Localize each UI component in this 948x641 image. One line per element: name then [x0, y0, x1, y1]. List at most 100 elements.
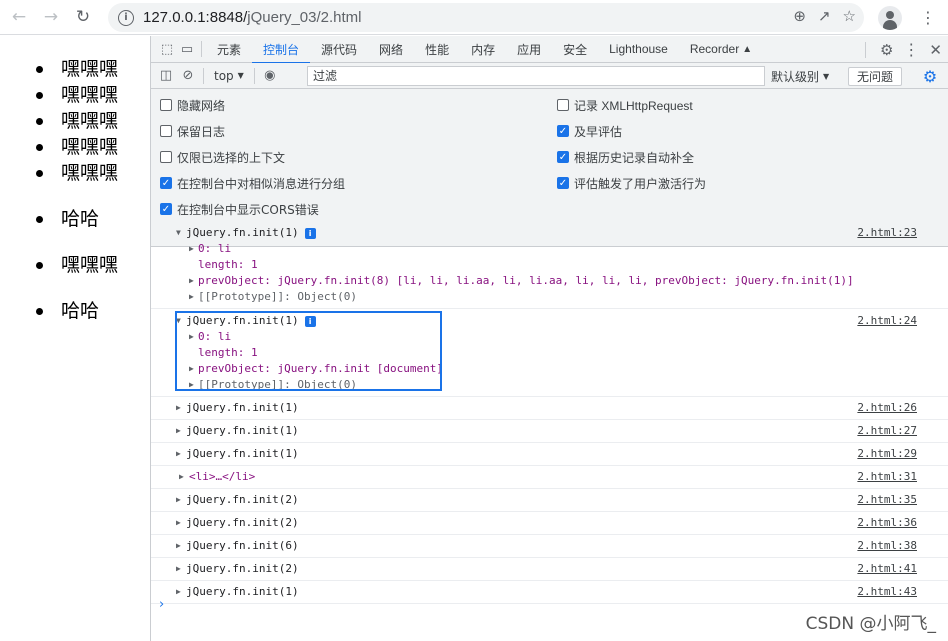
- expand-triangle-icon[interactable]: ▶: [176, 561, 181, 577]
- expand-triangle-icon[interactable]: ▶: [176, 400, 181, 416]
- source-link[interactable]: 2.html:38: [857, 538, 917, 554]
- console-message[interactable]: ▼ jQuery.fn.init(1) i 2.html:23 ▶ 0: li leng…: [151, 221, 948, 309]
- zoom-icon[interactable]: ⊕: [793, 7, 806, 25]
- site-info-icon[interactable]: i: [118, 9, 134, 26]
- live-expression-eye-icon[interactable]: ◉: [259, 65, 281, 87]
- checkbox-checked[interactable]: ✓: [557, 151, 569, 163]
- expand-triangle-icon[interactable]: ▶: [176, 515, 181, 531]
- tab-memory[interactable]: 内存: [460, 36, 506, 63]
- tab-elements[interactable]: 元素: [206, 36, 252, 63]
- tab-lighthouse[interactable]: Lighthouse: [598, 36, 679, 63]
- source-link[interactable]: 2.html:36: [857, 515, 917, 531]
- expand-triangle-icon[interactable]: ▶: [176, 492, 181, 508]
- clear-console-icon[interactable]: ⊘: [177, 65, 199, 87]
- tab-network[interactable]: 网络: [368, 36, 414, 63]
- log-levels-dropdown[interactable]: 默认级别 ▼: [771, 63, 829, 89]
- object-property[interactable]: ▶ 0: li: [151, 241, 948, 257]
- source-link[interactable]: 2.html:29: [857, 446, 917, 462]
- console-message-collapsed[interactable]: ▶ jQuery.fn.init(2) 2.html:35: [151, 489, 948, 512]
- option-hide-network[interactable]: 隐藏网络: [160, 96, 225, 114]
- option-log-xhr[interactable]: 记录 XMLHttpRequest: [557, 96, 693, 114]
- expand-triangle-icon[interactable]: ▶: [189, 241, 194, 257]
- expand-triangle-icon[interactable]: ▶: [189, 273, 194, 289]
- profile-avatar[interactable]: [878, 6, 902, 30]
- option-preserve-log[interactable]: 保留日志: [160, 122, 225, 140]
- object-property[interactable]: ▶ [[Prototype]]: Object(0): [151, 289, 948, 305]
- console-message-collapsed[interactable]: ▶ <li>…</li> 2.html:31: [151, 466, 948, 489]
- tab-performance[interactable]: 性能: [414, 36, 460, 63]
- browser-menu-icon[interactable]: ⋮: [920, 8, 936, 27]
- back-icon[interactable]: ←: [6, 4, 32, 30]
- checkbox[interactable]: [557, 99, 569, 111]
- list-item: 哈哈: [36, 206, 99, 232]
- checkbox-checked[interactable]: ✓: [160, 177, 172, 189]
- option-user-activation[interactable]: ✓ 评估触发了用户激活行为: [557, 174, 706, 192]
- tab-application[interactable]: 应用: [506, 36, 552, 63]
- object-property[interactable]: ▶ prevObject: jQuery.fn.init(8) [li, li, …: [151, 273, 948, 289]
- tab-security[interactable]: 安全: [552, 36, 598, 63]
- checkbox-checked[interactable]: ✓: [557, 177, 569, 189]
- settings-gear-icon[interactable]: ⚙: [880, 41, 893, 59]
- close-devtools-icon[interactable]: ✕: [929, 41, 942, 59]
- info-badge-icon[interactable]: i: [304, 227, 316, 239]
- item-list: 哈哈: [36, 206, 99, 232]
- console-message-collapsed[interactable]: ▶ jQuery.fn.init(1) 2.html:26: [151, 397, 948, 420]
- console-message-collapsed[interactable]: ▶ jQuery.fn.init(2) 2.html:41: [151, 558, 948, 581]
- expand-triangle-icon[interactable]: ▶: [179, 469, 184, 485]
- source-link[interactable]: 2.html:31: [857, 469, 917, 485]
- source-link[interactable]: 2.html:23: [857, 225, 917, 241]
- expand-triangle-icon[interactable]: ▶: [176, 423, 181, 439]
- inspect-element-icon[interactable]: ⬚: [157, 39, 177, 59]
- console-filter-input[interactable]: 过滤: [307, 66, 765, 86]
- page-viewport: 嘿嘿嘿 嘿嘿嘿 嘿嘿嘿 嘿嘿嘿 嘿嘿嘿 哈哈 嘿嘿嘿 哈哈: [0, 36, 151, 641]
- highlight-box: [175, 311, 442, 391]
- list-item: 嘿嘿嘿: [36, 134, 118, 160]
- console-message-collapsed[interactable]: ▶ jQuery.fn.init(1) 2.html:43: [151, 581, 948, 604]
- list-item: 嘿嘿嘿: [36, 82, 118, 108]
- source-link[interactable]: 2.html:41: [857, 561, 917, 577]
- device-toggle-icon[interactable]: ▭: [177, 39, 197, 59]
- url-text[interactable]: 127.0.0.1:8848/jQuery_03/2.html: [143, 9, 362, 26]
- expand-triangle-icon[interactable]: ▼: [176, 225, 181, 241]
- list-item: 嘿嘿嘿: [36, 108, 118, 134]
- console-settings-icon[interactable]: ⚙: [921, 67, 939, 86]
- expand-triangle-icon[interactable]: ▶: [189, 289, 194, 305]
- sidebar-toggle-icon[interactable]: ◫: [155, 65, 177, 87]
- source-link[interactable]: 2.html:26: [857, 400, 917, 416]
- console-message-collapsed[interactable]: ▶ jQuery.fn.init(6) 2.html:38: [151, 535, 948, 558]
- console-output: ▼ jQuery.fn.init(1) i 2.html:23 ▶ 0: li leng…: [151, 221, 948, 604]
- source-link[interactable]: 2.html:27: [857, 423, 917, 439]
- tab-recorder[interactable]: Recorder ▲: [679, 36, 763, 63]
- expand-triangle-icon[interactable]: ▶: [176, 446, 181, 462]
- checkbox[interactable]: [160, 99, 172, 111]
- checkbox-checked[interactable]: ✓: [160, 203, 172, 215]
- expand-triangle-icon[interactable]: ▶: [176, 584, 181, 600]
- expand-triangle-icon[interactable]: ▶: [176, 538, 181, 554]
- console-message-collapsed[interactable]: ▶ jQuery.fn.init(1) 2.html:27: [151, 420, 948, 443]
- forward-icon[interactable]: →: [38, 4, 64, 30]
- option-selected-context[interactable]: 仅限已选择的上下文: [160, 148, 285, 166]
- devtools-menu-icon[interactable]: ⋮: [903, 40, 919, 59]
- console-prompt-icon[interactable]: ›: [159, 597, 164, 612]
- checkbox[interactable]: [160, 151, 172, 163]
- bookmark-star-icon[interactable]: ☆: [843, 7, 856, 25]
- source-link[interactable]: 2.html:24: [857, 313, 917, 329]
- option-group-similar[interactable]: ✓ 在控制台中对相似消息进行分组: [160, 174, 345, 192]
- option-show-cors[interactable]: ✓ 在控制台中显示CORS错误: [160, 200, 319, 218]
- source-link[interactable]: 2.html:35: [857, 492, 917, 508]
- checkbox[interactable]: [160, 125, 172, 137]
- checkbox-checked[interactable]: ✓: [557, 125, 569, 137]
- tab-console[interactable]: 控制台: [252, 36, 311, 64]
- source-link[interactable]: 2.html:43: [857, 584, 917, 600]
- context-selector[interactable]: top ▼: [208, 69, 250, 83]
- tab-sources[interactable]: 源代码: [310, 36, 368, 63]
- item-list: 嘿嘿嘿: [36, 252, 118, 278]
- address-bar[interactable]: i 127.0.0.1:8848/jQuery_03/2.html ⊕ ↗ ☆: [108, 3, 864, 32]
- reload-icon[interactable]: ↻: [70, 4, 96, 30]
- console-message-collapsed[interactable]: ▶ jQuery.fn.init(1) 2.html:29: [151, 443, 948, 466]
- share-icon[interactable]: ↗: [818, 7, 831, 25]
- console-message-collapsed[interactable]: ▶ jQuery.fn.init(2) 2.html:36: [151, 512, 948, 535]
- option-autocomplete[interactable]: ✓ 根据历史记录自动补全: [557, 148, 694, 166]
- option-eager-eval[interactable]: ✓ 及早评估: [557, 122, 622, 140]
- issues-button[interactable]: 无问题: [848, 67, 902, 86]
